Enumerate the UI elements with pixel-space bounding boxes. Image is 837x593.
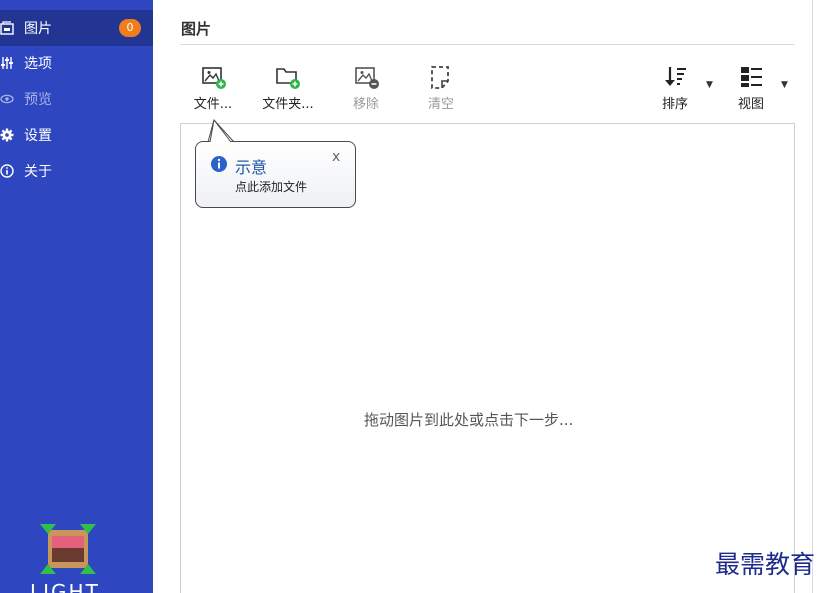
sidebar-item-label: 设置 [24, 128, 52, 144]
sidebar-item-label: 选项 [24, 56, 52, 72]
app-logo-icon [38, 522, 98, 576]
tooltip-title: 示意 [235, 158, 268, 177]
add-folder-label: 文件夹... [262, 97, 314, 112]
drop-hint-text: 拖动图片到此处或点击下一步... [364, 411, 574, 429]
sort-icon [660, 63, 690, 93]
sidebar-item-about[interactable]: 关于 [0, 153, 153, 189]
clear-label: 清空 [427, 97, 454, 112]
view-label: 视图 [737, 97, 764, 112]
remove-button[interactable]: 移除 [336, 63, 396, 117]
image-count-badge: 0 [119, 19, 141, 37]
tooltip-body: 点此添加文件 [235, 180, 308, 194]
sidebar-item-label: 图片 [24, 21, 52, 37]
sidebar-item-settings[interactable]: 设置 [0, 117, 153, 153]
sort-button[interactable]: 排序 [645, 63, 705, 117]
info-icon [210, 155, 228, 173]
eye-icon [0, 92, 14, 106]
view-button[interactable]: 视图 [721, 63, 781, 117]
sidebar-item-label: 关于 [24, 164, 52, 180]
add-file-label: 文件... [193, 97, 233, 112]
clear-button[interactable]: 清空 [411, 63, 471, 117]
sidebar-item-images[interactable]: 图片 0 [0, 10, 153, 46]
sidebar: 图片 0 选项 预览 设置 关于 LIGHT [0, 0, 153, 593]
window-right-edge [812, 0, 837, 593]
logo-text: LIGHT [30, 580, 100, 593]
add-folder-button[interactable]: 文件夹... [258, 63, 318, 117]
watermark-text: 最需教育 [715, 550, 816, 579]
sidebar-item-label: 预览 [24, 92, 52, 108]
sidebar-item-options[interactable]: 选项 [0, 45, 153, 81]
remove-image-icon [351, 63, 381, 93]
tooltip-close-button[interactable]: x [332, 149, 340, 165]
sort-dropdown-caret-icon[interactable]: ▼ [706, 80, 713, 90]
info-icon [0, 164, 14, 178]
view-dropdown-caret-icon[interactable]: ▼ [781, 80, 788, 90]
page-title: 图片 [181, 20, 212, 38]
images-icon [0, 21, 14, 35]
title-divider [180, 44, 794, 45]
sidebar-item-preview[interactable]: 预览 [0, 81, 153, 117]
clear-icon [426, 63, 456, 93]
sliders-icon [0, 56, 14, 70]
remove-label: 移除 [352, 97, 379, 112]
add-file-button[interactable]: 文件... [183, 63, 243, 117]
add-image-icon [198, 63, 228, 93]
add-folder-icon [273, 63, 303, 93]
gear-icon [0, 128, 14, 142]
sort-label: 排序 [661, 97, 688, 112]
tooltip-pointer-fill [209, 119, 232, 143]
view-list-icon [736, 63, 766, 93]
